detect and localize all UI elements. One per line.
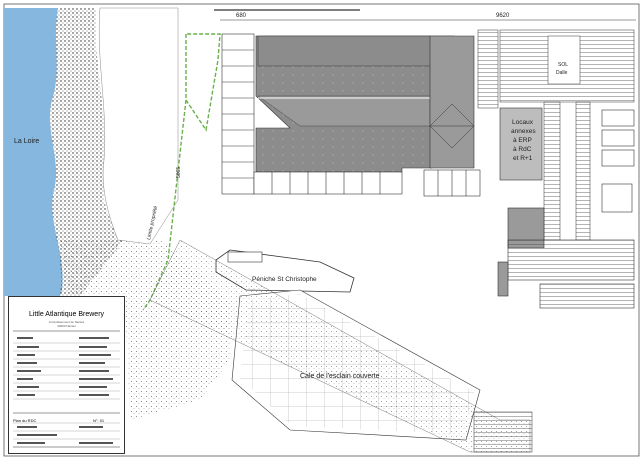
- tower-striped-3: [575, 101, 591, 241]
- tower-striped-2: [543, 101, 561, 241]
- upper-block-label-1: SOL: [558, 62, 568, 68]
- dim-5065: 5065: [176, 167, 182, 178]
- river-label: La Loire: [14, 138, 39, 145]
- dim-9620: 9620: [496, 13, 510, 19]
- annexes-label-3: à ERP: [513, 137, 532, 144]
- upper-right-core: [547, 35, 581, 85]
- title-block-plan-number: N°: 01: [93, 418, 105, 423]
- title-block-rows: [13, 330, 120, 448]
- tower-striped-1: [477, 29, 499, 109]
- upper-wing: [257, 35, 455, 67]
- annexes-label-4: à RdC: [513, 146, 532, 153]
- dim-680: 680: [236, 13, 247, 19]
- title-block-plan-label: Plan du RDC: [13, 418, 37, 423]
- left-stalls: [221, 33, 255, 195]
- annexes-label-1: Locaux: [512, 119, 534, 126]
- upper-block-label-2: Dalle: [556, 70, 568, 76]
- quay-band: [98, 7, 179, 245]
- bottom-stalls: [253, 169, 481, 197]
- annexes-label-2: annexes: [511, 128, 536, 135]
- title-block: Little Atlantique Brewery Arrondissement…: [8, 296, 125, 454]
- annexes-label-5: et R+1: [513, 155, 533, 162]
- river-loire: [4, 8, 63, 296]
- boat-label: Péniche St Christophe: [252, 276, 317, 283]
- bottom-right-structure: [473, 411, 533, 453]
